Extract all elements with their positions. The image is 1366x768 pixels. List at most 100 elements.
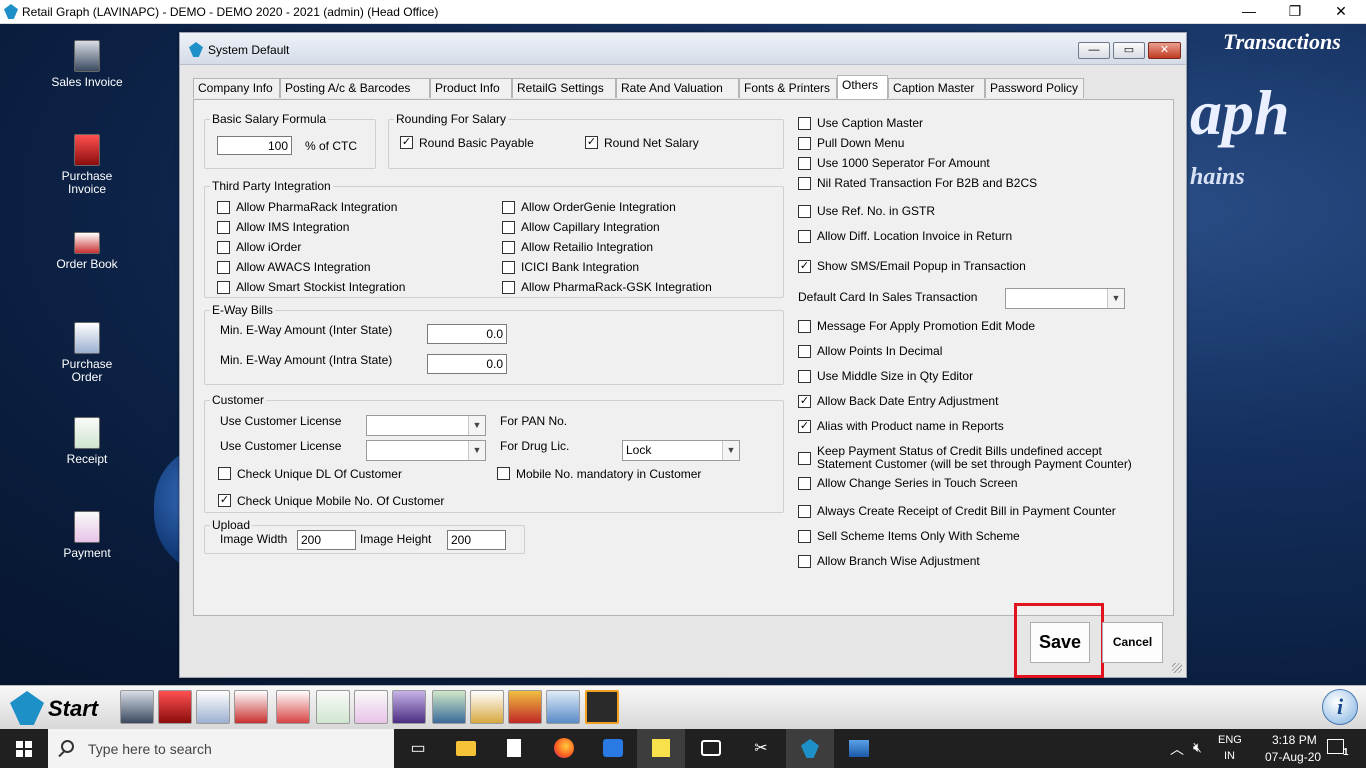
icici-checkbox[interactable]	[502, 261, 515, 274]
info-icon[interactable]: i	[1322, 689, 1358, 725]
nil-rated-checkbox[interactable]	[798, 177, 811, 190]
ordergenie-checkbox[interactable]	[502, 201, 515, 214]
resize-grip-icon[interactable]	[1172, 663, 1182, 673]
branch-adjustment-checkbox[interactable]	[798, 555, 811, 568]
diff-location-checkbox[interactable]	[798, 230, 811, 243]
task-view-icon[interactable]: ▭	[394, 729, 442, 768]
photos-icon[interactable]	[835, 729, 883, 768]
ref-no-gstr-checkbox[interactable]	[798, 205, 811, 218]
drug-license-select[interactable]: ▼	[366, 440, 486, 461]
use-caption-master-checkbox[interactable]	[798, 117, 811, 130]
taskbar-search-box[interactable]: Type here to search	[48, 729, 394, 768]
desktop-payment[interactable]: Payment	[44, 511, 130, 560]
pharmarack-checkbox[interactable]	[217, 201, 230, 214]
back-date-entry-checkbox[interactable]: ✓	[798, 395, 811, 408]
tab-caption-master[interactable]: Caption Master	[888, 78, 985, 98]
tab-product-info[interactable]: Product Info	[430, 78, 512, 98]
payment-icon[interactable]	[354, 690, 388, 724]
sell-scheme-checkbox[interactable]	[798, 530, 811, 543]
thousand-separator-checkbox[interactable]	[798, 157, 811, 170]
firefox-icon[interactable]	[540, 729, 588, 768]
desktop-order-book[interactable]: Order Book	[44, 232, 130, 271]
tab-retailg-settings[interactable]: RetailG Settings	[512, 78, 616, 98]
tab-company-info[interactable]: Company Info	[193, 78, 280, 98]
order-book-icon[interactable]	[234, 690, 268, 724]
speaker-muted-icon[interactable]: 🔇︎	[1193, 739, 1202, 756]
document-icon[interactable]	[490, 729, 538, 768]
keep-payment-status-checkbox[interactable]	[798, 452, 811, 465]
region-code[interactable]: IN	[1224, 750, 1235, 762]
close-button[interactable]: ✕	[1318, 0, 1364, 24]
windows-start-button[interactable]	[0, 729, 48, 768]
tools-icon[interactable]: ✂	[737, 729, 785, 768]
transfer-icon[interactable]	[432, 690, 466, 724]
sms-email-popup-checkbox[interactable]: ✓	[798, 260, 811, 273]
feedback-icon[interactable]	[687, 729, 735, 768]
desktop-purchase-invoice[interactable]: Purchase Invoice	[44, 134, 130, 196]
shapes-icon[interactable]	[508, 690, 542, 724]
stock-icon[interactable]	[392, 690, 426, 724]
ims-checkbox[interactable]	[217, 221, 230, 234]
promotion-message-checkbox[interactable]	[798, 320, 811, 333]
image-width-input[interactable]: 200	[297, 530, 356, 550]
desktop-purchase-order[interactable]: Purchase Order	[44, 322, 130, 384]
change-series-checkbox[interactable]	[798, 477, 811, 490]
default-card-select[interactable]: ▼	[1005, 288, 1125, 309]
iorder-checkbox[interactable]	[217, 241, 230, 254]
middle-size-qty-checkbox[interactable]	[798, 370, 811, 383]
create-receipt-checkbox[interactable]	[798, 505, 811, 518]
round-net-checkbox[interactable]: ✓	[585, 136, 598, 149]
sales-invoice-icon[interactable]	[120, 690, 154, 724]
capillary-checkbox[interactable]	[502, 221, 515, 234]
alias-product-label: Alias with Product name in Reports	[817, 419, 1004, 433]
receipt-icon[interactable]	[316, 690, 350, 724]
points-decimal-checkbox[interactable]	[798, 345, 811, 358]
eway-inter-input[interactable]: 0.0	[427, 324, 507, 344]
sticky-notes-icon[interactable]	[637, 729, 685, 768]
drug-lic-mode-select[interactable]: Lock ▼	[622, 440, 740, 461]
purchase-order-icon[interactable]	[196, 690, 230, 724]
maximize-button[interactable]: ❐	[1272, 0, 1318, 24]
tab-others[interactable]: Others	[837, 75, 888, 99]
dialog-close-button[interactable]: ✕	[1148, 42, 1181, 59]
alias-product-checkbox[interactable]: ✓	[798, 420, 811, 433]
tab-fonts-printers[interactable]: Fonts & Printers	[739, 78, 837, 98]
file-explorer-icon[interactable]	[442, 729, 490, 768]
unique-mobile-checkbox[interactable]: ✓	[218, 494, 231, 507]
tab-password-policy[interactable]: Password Policy	[985, 78, 1084, 98]
round-basic-checkbox[interactable]: ✓	[400, 136, 413, 149]
pan-license-select[interactable]: ▼	[366, 415, 486, 436]
start-button[interactable]: Start	[6, 688, 112, 728]
clock-time[interactable]: 3:18 PM	[1272, 733, 1317, 747]
purchase-return-icon[interactable]	[276, 690, 310, 724]
purchase-invoice-icon[interactable]	[158, 690, 192, 724]
language-code[interactable]: ENG	[1218, 734, 1242, 746]
notification-icon[interactable]	[1327, 739, 1344, 754]
pull-down-menu-checkbox[interactable]	[798, 137, 811, 150]
retailio-checkbox[interactable]	[502, 241, 515, 254]
eway-intra-input[interactable]: 0.0	[427, 354, 507, 374]
desktop-sales-invoice[interactable]: Sales Invoice	[44, 40, 130, 89]
retail-graph-taskbar-icon[interactable]	[786, 729, 834, 768]
money-bag-icon[interactable]	[470, 690, 504, 724]
smart-stockist-checkbox[interactable]	[217, 281, 230, 294]
dialog-minimize-button[interactable]: —	[1078, 42, 1110, 59]
awacs-checkbox[interactable]	[217, 261, 230, 274]
image-height-input[interactable]: 200	[447, 530, 506, 550]
minimize-button[interactable]: —	[1226, 0, 1272, 24]
cancel-button[interactable]: Cancel	[1102, 622, 1163, 663]
clock-date[interactable]: 07-Aug-20	[1265, 750, 1321, 764]
settings-gear-icon[interactable]	[585, 690, 619, 724]
chevron-up-icon[interactable]: ︿	[1170, 739, 1184, 759]
save-button[interactable]: Save	[1030, 622, 1090, 663]
tab-rate-valuation[interactable]: Rate And Valuation	[616, 78, 739, 98]
printer-icon[interactable]	[546, 690, 580, 724]
unique-dl-checkbox[interactable]	[218, 467, 231, 480]
tab-posting[interactable]: Posting A/c & Barcodes	[280, 78, 430, 98]
mobile-mandatory-checkbox[interactable]	[497, 467, 510, 480]
dialog-maximize-button[interactable]: ▭	[1113, 42, 1145, 59]
wps-office-icon[interactable]	[589, 729, 637, 768]
basic-salary-input[interactable]: 100	[217, 136, 292, 155]
pharmarack-gsk-checkbox[interactable]	[502, 281, 515, 294]
desktop-receipt[interactable]: Receipt	[44, 417, 130, 466]
